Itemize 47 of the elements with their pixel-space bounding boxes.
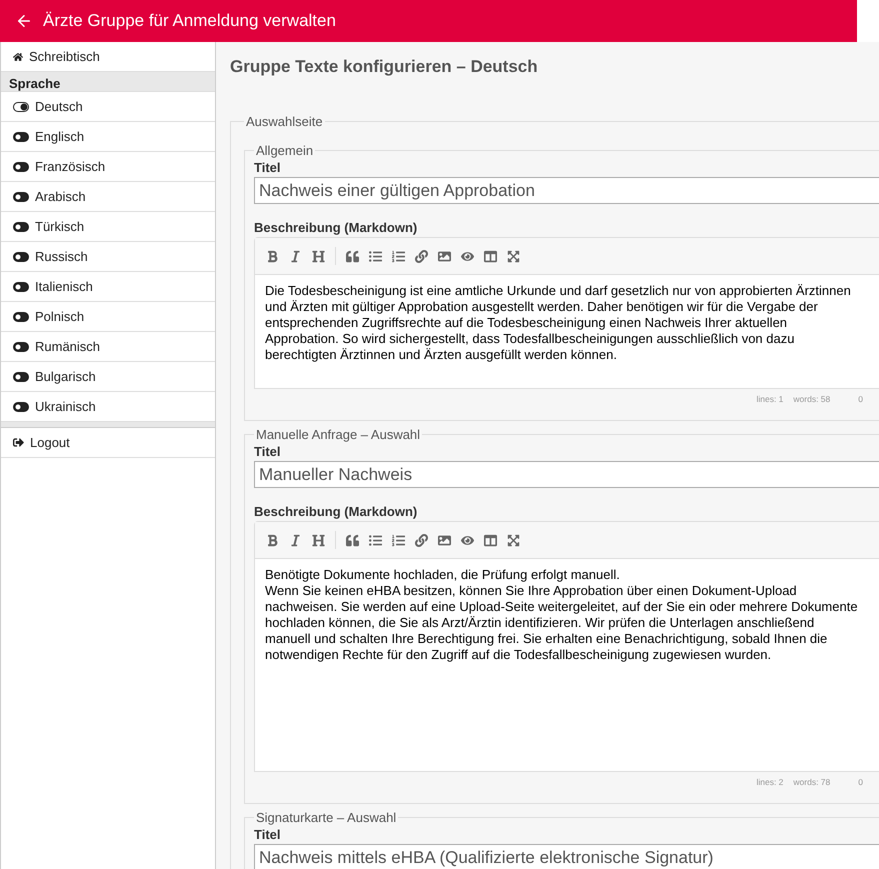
quote-icon[interactable] xyxy=(346,534,359,546)
image-icon[interactable] xyxy=(438,534,451,546)
word-count: words: 58 xyxy=(793,394,830,404)
bullet-list-icon[interactable] xyxy=(369,250,382,262)
title-input[interactable]: Nachweis einer gültigen Approbation xyxy=(254,177,879,204)
header-title: Ärzte Gruppe für Anmeldung verwalten xyxy=(43,11,336,31)
heading-icon[interactable] xyxy=(312,534,325,546)
image-icon[interactable] xyxy=(438,250,451,262)
link-icon[interactable] xyxy=(415,534,428,546)
eye-icon[interactable] xyxy=(461,534,474,546)
bold-icon[interactable] xyxy=(266,534,279,546)
numbered-list-icon[interactable] xyxy=(392,534,405,546)
columns-icon[interactable] xyxy=(484,250,497,262)
cursor-position: 0 xyxy=(858,777,863,787)
logout-icon xyxy=(13,437,24,448)
group-legend: Signaturkarte – Auswahl xyxy=(254,810,398,825)
group-legend: Allgemein xyxy=(254,143,316,158)
sidebar-section-heading: Sprache xyxy=(1,72,215,92)
title-input[interactable]: Manueller Nachweis xyxy=(254,461,879,488)
editor-text[interactable]: Die Todesbescheinigung ist eine amtliche Urkunde und darf gesetzlich nur von approbierten Ärztinnen und Ärzten mit gültiger Approbation ausgestellt werden. Daher benötigen wir für die Vergabe der entsprechenden Zugriffsrechte auf die Todesbescheinigung einen Nachweis Ihrer aktuellen Approbation. So wird sichergestellt, dass Todesfallbescheinigungen ausschließlich von dazu berechtigten Ärztinnen und Ärzten ausgefüllt werden können. xyxy=(255,275,873,388)
cursor-position: 0 xyxy=(858,394,863,404)
italic-icon[interactable] xyxy=(289,250,302,262)
columns-icon[interactable] xyxy=(484,534,497,546)
field-label: Beschreibung (Markdown) xyxy=(254,220,418,235)
editor-text[interactable]: Benötigte Dokumente hochladen, die Prüfung erfolgt manuell. Wenn Sie keinen eHBA besitzen, können Sie Ihre Approbation über einen Dokument-Upload nachweisen. Sie werden auf eine Upload-Seite weitergeleitet, auf der Sie ein oder mehrere Dokumente hochladen können, die Sie als Arzt/Ärztin identifizieren. Wir prüfen die Unterlagen anschließend manuell und schalten Ihre Berechtigung frei. Sie erhalten eine Benachrichtigung, sobald Ihnen die notwendigen Rechte für den Zugriff auf die Todesfallbescheinigung zugewiesen wurden. xyxy=(255,559,873,771)
line-count: lines: 2 xyxy=(756,777,784,787)
section-legend: Auswahlseite xyxy=(244,114,325,129)
home-icon xyxy=(13,52,23,62)
expand-icon[interactable] xyxy=(507,534,520,546)
heading-icon[interactable] xyxy=(312,250,325,262)
field-label: Beschreibung (Markdown) xyxy=(254,504,418,519)
link-icon[interactable] xyxy=(415,250,428,262)
expand-icon[interactable] xyxy=(507,250,520,262)
bold-icon[interactable] xyxy=(266,250,279,262)
italic-icon[interactable] xyxy=(289,534,302,546)
page-title: Gruppe Texte konfigurieren – Deutsch xyxy=(230,56,539,78)
line-count: lines: 1 xyxy=(756,394,784,404)
field-label: Titel xyxy=(254,827,282,842)
numbered-list-icon[interactable] xyxy=(392,250,405,262)
bullet-list-icon[interactable] xyxy=(369,534,382,546)
quote-icon[interactable] xyxy=(346,250,359,262)
word-count: words: 78 xyxy=(793,777,830,787)
field-label: Titel xyxy=(254,160,282,175)
title-input[interactable]: Nachweis mittels eHBA (Qualifizierte elektronische Signatur) xyxy=(254,844,879,869)
group-legend: Manuelle Anfrage – Auswahl xyxy=(254,427,422,442)
field-label: Titel xyxy=(254,444,282,459)
eye-icon[interactable] xyxy=(461,250,474,262)
